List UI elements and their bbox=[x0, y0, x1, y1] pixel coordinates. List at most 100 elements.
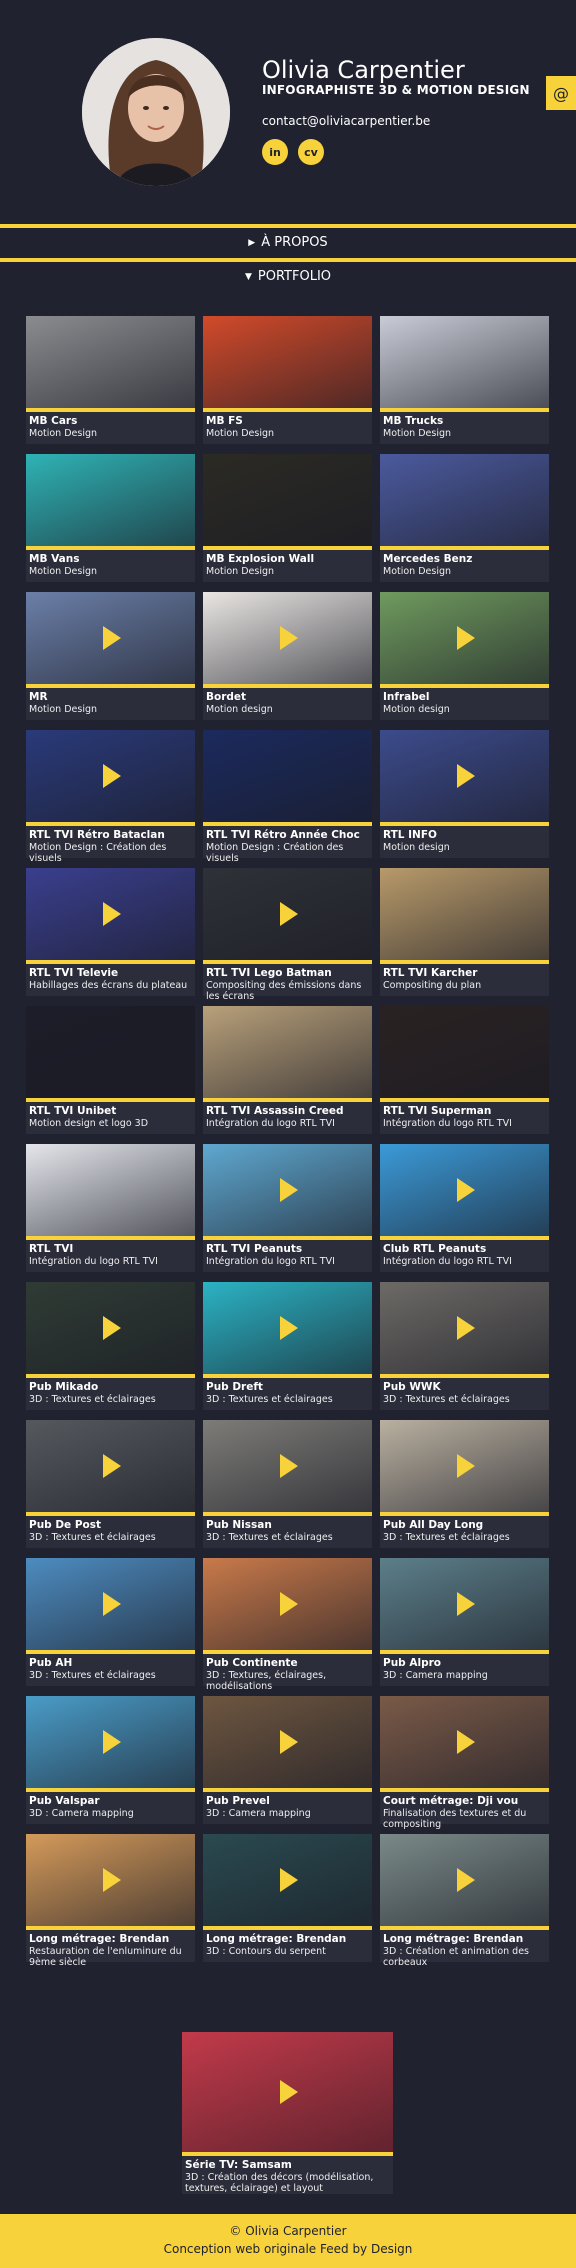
portfolio-card[interactable]: MB Explosion Wall Motion Design bbox=[203, 454, 372, 582]
portfolio-thumbnail[interactable] bbox=[380, 1558, 549, 1650]
portfolio-thumbnail[interactable] bbox=[26, 454, 195, 546]
portfolio-thumbnail[interactable] bbox=[26, 316, 195, 408]
play-icon bbox=[279, 2080, 298, 2104]
portfolio-card[interactable]: MB Cars Motion Design bbox=[26, 316, 195, 444]
footer: © Olivia Carpentier Conception web origi… bbox=[0, 2214, 576, 2268]
play-icon bbox=[102, 1592, 121, 1616]
portfolio-card[interactable]: Pub Prevel 3D : Camera mapping bbox=[203, 1696, 372, 1824]
portfolio-thumbnail[interactable] bbox=[380, 1144, 549, 1236]
portfolio-card[interactable]: RTL TVI Intégration du logo RTL TVI bbox=[26, 1144, 195, 1272]
portfolio-card[interactable]: Pub AH 3D : Textures et éclairages bbox=[26, 1558, 195, 1686]
card-subtitle: Motion design bbox=[206, 704, 273, 715]
portfolio-thumbnail[interactable] bbox=[203, 316, 372, 408]
portfolio-card[interactable]: MB FS Motion Design bbox=[203, 316, 372, 444]
play-icon bbox=[456, 1454, 475, 1478]
portfolio-card[interactable]: RTL TVI Lego Batman Compositing des émiss… bbox=[203, 868, 372, 1002]
portfolio-thumbnail[interactable] bbox=[203, 730, 372, 822]
portfolio-thumbnail[interactable] bbox=[380, 454, 549, 546]
portfolio-thumbnail[interactable] bbox=[26, 1420, 195, 1512]
portfolio-card[interactable]: MR Motion Design bbox=[26, 592, 195, 720]
portfolio-card[interactable]: Pub De Post 3D : Textures et éclairages bbox=[26, 1420, 195, 1548]
portfolio-thumbnail[interactable] bbox=[380, 592, 549, 684]
email-link[interactable]: contact@oliviacarpentier.be bbox=[262, 114, 430, 128]
portfolio-thumbnail[interactable] bbox=[203, 1006, 372, 1098]
portfolio-card[interactable]: Long métrage: Brendan 3D : Création et an… bbox=[380, 1834, 549, 1968]
portfolio-thumbnail[interactable] bbox=[203, 1834, 372, 1926]
portfolio-thumbnail[interactable] bbox=[26, 1282, 195, 1374]
portfolio-thumbnail[interactable] bbox=[182, 2032, 393, 2152]
portfolio-thumbnail[interactable] bbox=[380, 1834, 549, 1926]
portfolio-thumbnail[interactable] bbox=[380, 1420, 549, 1512]
card-title: Pub WWK bbox=[383, 1381, 441, 1393]
portfolio-card[interactable]: Pub WWK 3D : Textures et éclairages bbox=[380, 1282, 549, 1410]
play-icon bbox=[102, 764, 121, 788]
portfolio-thumbnail[interactable] bbox=[26, 1696, 195, 1788]
portfolio-thumbnail[interactable] bbox=[203, 868, 372, 960]
card-subtitle: Habillages des écrans du plateau bbox=[29, 980, 188, 991]
portfolio-thumbnail[interactable] bbox=[380, 1696, 549, 1788]
portfolio-thumbnail[interactable] bbox=[203, 1144, 372, 1236]
portfolio-card[interactable]: RTL TVI Unibet Motion design et logo 3D bbox=[26, 1006, 195, 1134]
portfolio-card[interactable]: RTL TVI Rétro Bataclan Motion Design : Cr… bbox=[26, 730, 195, 864]
portfolio-thumbnail[interactable] bbox=[26, 730, 195, 822]
card-title: RTL TVI Superman bbox=[383, 1105, 492, 1117]
portfolio-thumbnail[interactable] bbox=[380, 316, 549, 408]
portfolio-card[interactable]: Court métrage: Dji vou Finalisation des t… bbox=[380, 1696, 549, 1830]
card-subtitle: Compositing des émissions dans les écran… bbox=[206, 980, 362, 1002]
portfolio-card[interactable]: Pub Nissan 3D : Textures et éclairages bbox=[203, 1420, 372, 1548]
portfolio-card[interactable]: Pub Mikado 3D : Textures et éclairages bbox=[26, 1282, 195, 1410]
portfolio-card[interactable]: RTL TVI Assassin Creed Intégration du log… bbox=[203, 1006, 372, 1134]
portfolio-card[interactable]: Pub Continente 3D : Textures, éclairages,… bbox=[203, 1558, 372, 1692]
portfolio-card[interactable]: RTL INFO Motion design bbox=[380, 730, 549, 858]
caret-down-icon: ▼ bbox=[244, 272, 252, 282]
portfolio-thumbnail[interactable] bbox=[26, 1834, 195, 1926]
portfolio-card[interactable]: RTL TVI Televie Habillages des écrans du … bbox=[26, 868, 195, 996]
portfolio-thumbnail[interactable] bbox=[203, 1696, 372, 1788]
portfolio-card[interactable]: Pub Alpro 3D : Camera mapping bbox=[380, 1558, 549, 1686]
portfolio-card[interactable]: Bordet Motion design bbox=[203, 592, 372, 720]
card-title: Court métrage: Dji vou bbox=[383, 1795, 519, 1807]
portfolio-thumbnail[interactable] bbox=[203, 1558, 372, 1650]
card-title: RTL TVI Lego Batman bbox=[206, 967, 332, 979]
portfolio-card[interactable]: Pub Valspar 3D : Camera mapping bbox=[26, 1696, 195, 1824]
card-subtitle: 3D : Textures et éclairages bbox=[383, 1532, 510, 1543]
portfolio-thumbnail[interactable] bbox=[203, 1282, 372, 1374]
cv-icon[interactable]: cv bbox=[298, 139, 324, 165]
card-title: RTL TVI Unibet bbox=[29, 1105, 117, 1117]
portfolio-thumbnail[interactable] bbox=[26, 1558, 195, 1650]
card-title: Bordet bbox=[206, 691, 247, 703]
portfolio-card[interactable]: Club RTL Peanuts Intégration du logo RTL … bbox=[380, 1144, 549, 1272]
portfolio-thumbnail[interactable] bbox=[26, 868, 195, 960]
portfolio-card[interactable]: RTL TVI Peanuts Intégration du logo RTL T… bbox=[203, 1144, 372, 1272]
portfolio-card[interactable]: MB Trucks Motion Design bbox=[380, 316, 549, 444]
portfolio-card[interactable]: Pub All Day Long 3D : Textures et éclaira… bbox=[380, 1420, 549, 1548]
section-portfolio-toggle[interactable]: ▼ PORTFOLIO bbox=[0, 268, 576, 286]
card-title: MB Cars bbox=[29, 415, 78, 427]
portfolio-thumbnail[interactable] bbox=[380, 730, 549, 822]
linkedin-icon[interactable]: in bbox=[262, 139, 288, 165]
portfolio-thumbnail[interactable] bbox=[203, 592, 372, 684]
section-about-toggle[interactable]: ▶ À PROPOS bbox=[0, 234, 576, 252]
portfolio-card[interactable]: RTL TVI Rétro Année Choc Motion Design : … bbox=[203, 730, 372, 864]
portfolio-card[interactable]: Infrabel Motion design bbox=[380, 592, 549, 720]
contact-button[interactable]: @ bbox=[546, 76, 576, 110]
portfolio-card[interactable]: RTL TVI Karcher Compositing du plan bbox=[380, 868, 549, 996]
portfolio-thumbnail[interactable] bbox=[26, 592, 195, 684]
portfolio-thumbnail[interactable] bbox=[203, 1420, 372, 1512]
portfolio-thumbnail[interactable] bbox=[380, 1282, 549, 1374]
portfolio-card[interactable]: Série TV: Samsam 3D : Création des décor… bbox=[182, 2032, 393, 2194]
portfolio-card[interactable]: Long métrage: Brendan Restauration de l'e… bbox=[26, 1834, 195, 1968]
portfolio-thumbnail[interactable] bbox=[26, 1144, 195, 1236]
card-subtitle: 3D : Textures et éclairages bbox=[29, 1394, 156, 1405]
portfolio-card[interactable]: RTL TVI Superman Intégration du logo RTL … bbox=[380, 1006, 549, 1134]
portfolio-thumbnail[interactable] bbox=[26, 1006, 195, 1098]
portfolio-thumbnail[interactable] bbox=[380, 868, 549, 960]
play-icon bbox=[279, 1316, 298, 1340]
portfolio-card[interactable]: MB Vans Motion Design bbox=[26, 454, 195, 582]
portfolio-card[interactable]: Mercedes Benz Motion Design bbox=[380, 454, 549, 582]
portfolio-thumbnail[interactable] bbox=[203, 454, 372, 546]
profile-photo bbox=[82, 38, 230, 186]
portfolio-thumbnail[interactable] bbox=[380, 1006, 549, 1098]
portfolio-card[interactable]: Pub Dreft 3D : Textures et éclairages bbox=[203, 1282, 372, 1410]
portfolio-card[interactable]: Long métrage: Brendan 3D : Contours du se… bbox=[203, 1834, 372, 1962]
